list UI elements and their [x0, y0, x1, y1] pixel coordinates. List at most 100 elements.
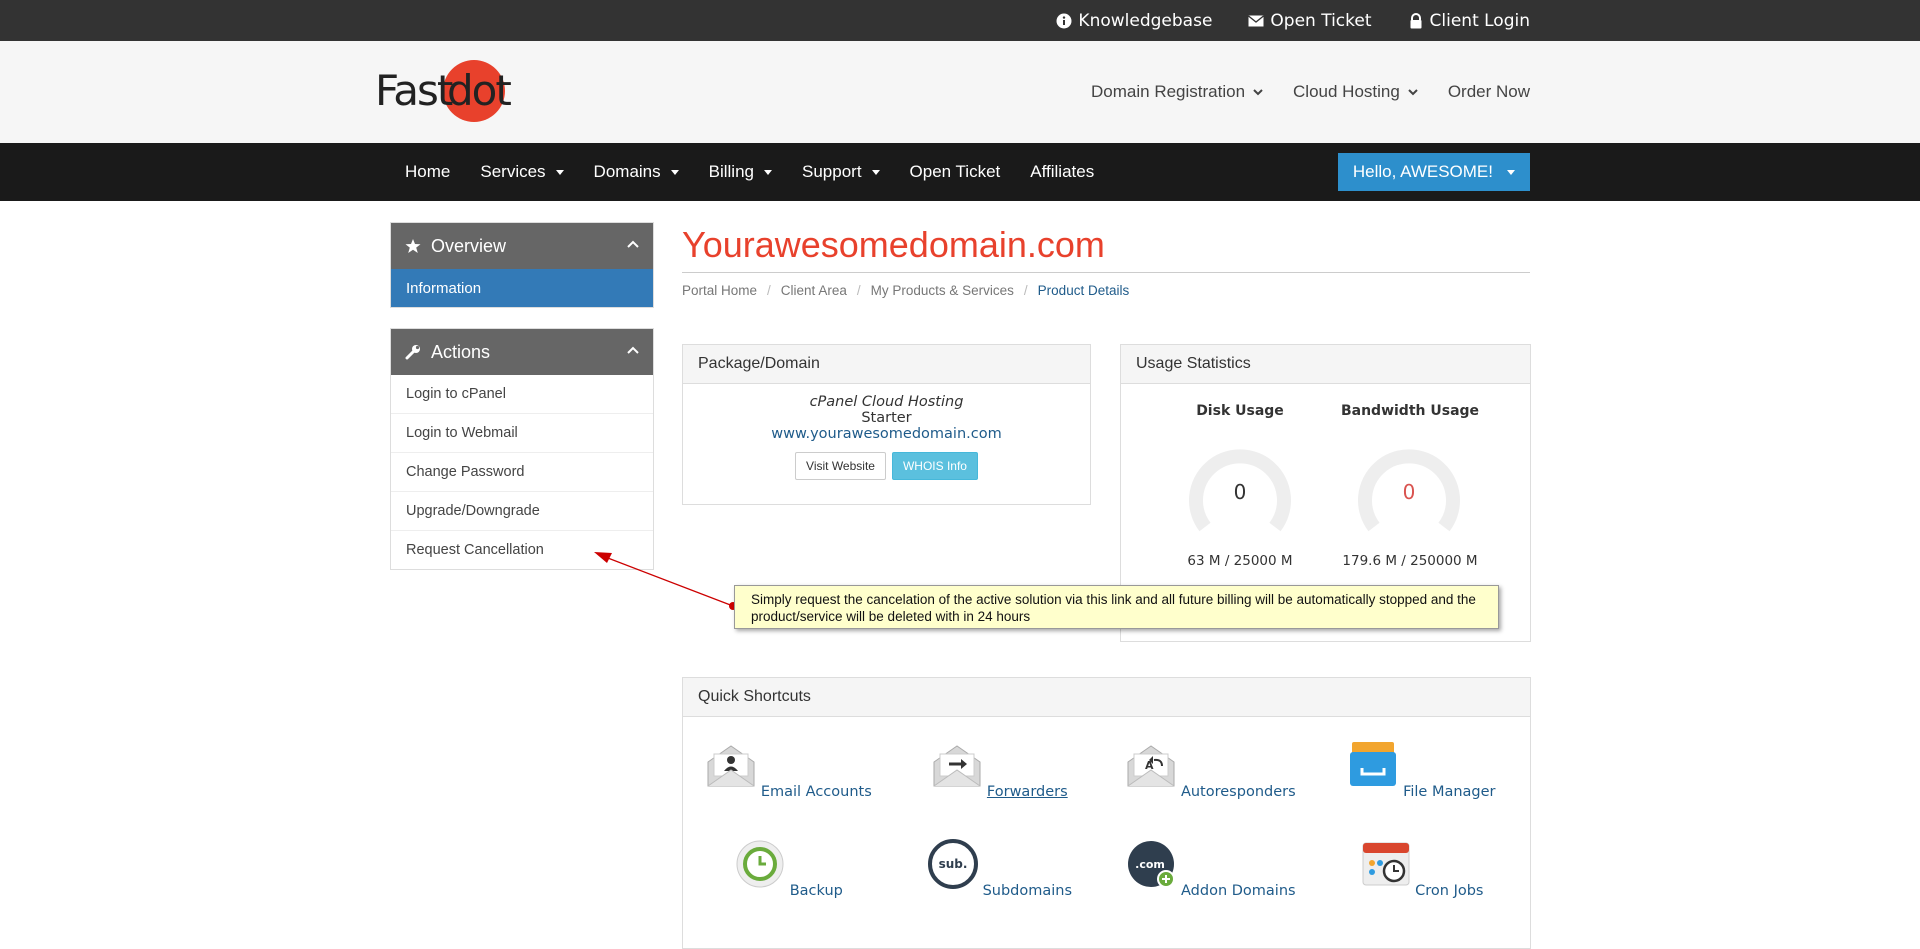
bandwidth-usage-numbers: 179.6 M / 250000 M [1342, 553, 1478, 569]
sidebar-item-label: Request Cancellation [406, 542, 544, 558]
top-links: Knowledgebase Open Ticket Client Login [1056, 0, 1530, 41]
chevron-up-icon [627, 346, 639, 354]
sidebar-item-information[interactable]: Information [391, 269, 653, 307]
sidebar-item-upgrade-downgrade[interactable]: Upgrade/Downgrade [391, 491, 653, 530]
shortcut-addon-domains[interactable]: .com Addon Domains [1121, 839, 1301, 899]
shortcut-label: Email Accounts [760, 784, 872, 800]
shortcut-cron-jobs[interactable]: Cron Jobs [1332, 839, 1512, 899]
breadcrumb-product-details: Product Details [1037, 283, 1130, 298]
breadcrumb-products-services[interactable]: My Products & Services [871, 283, 1014, 298]
disk-usage-gauge: 0 [1189, 449, 1291, 532]
nav-home[interactable]: Home [390, 162, 465, 182]
usage-statistics-header: Usage Statistics [1121, 345, 1530, 384]
sidebar-item-change-password[interactable]: Change Password [391, 452, 653, 491]
sidebar-overview-header[interactable]: Overview [391, 223, 653, 269]
nav-support[interactable]: Support [787, 162, 895, 182]
star-icon [405, 239, 421, 253]
header-nav: Domain Registration Cloud Hosting Order … [1091, 41, 1530, 143]
site-header [0, 41, 1920, 143]
shortcut-label: Backup [789, 883, 843, 899]
backup-clock-icon [736, 840, 784, 888]
nav-services-label: Services [480, 162, 546, 181]
sidebar-actions-header[interactable]: Actions [391, 329, 653, 375]
shortcut-label: Subdomains [982, 883, 1073, 899]
sidebar-item-request-cancellation[interactable]: Request Cancellation [391, 530, 653, 569]
sidebar-actions-list: Login to cPanel Login to Webmail Change … [391, 375, 653, 569]
cancellation-tooltip: Simply request the cancelation of the ac… [734, 585, 1499, 629]
sidebar-item-login-cpanel[interactable]: Login to cPanel [391, 375, 653, 413]
client-login-link[interactable]: Client Login [1408, 11, 1530, 31]
sidebar-item-label: Information [406, 279, 482, 297]
caret-down-icon [1507, 169, 1515, 175]
disk-usage-value: 0 [1234, 480, 1247, 504]
shortcut-file-manager[interactable]: File Manager [1332, 740, 1512, 800]
bandwidth-usage-value: 0 [1403, 480, 1416, 504]
user-menu-label: Hello, AWESOME! [1352, 162, 1493, 181]
chevron-down-icon [1253, 89, 1263, 96]
info-icon [1056, 13, 1072, 28]
shortcut-label: Cron Jobs [1415, 883, 1484, 899]
knowledgebase-link[interactable]: Knowledgebase [1056, 11, 1212, 31]
sidebar-item-login-webmail[interactable]: Login to Webmail [391, 413, 653, 452]
nav-domains[interactable]: Domains [579, 162, 694, 182]
breadcrumb-separator: / [856, 283, 861, 298]
nav-home-label: Home [405, 162, 451, 181]
package-domain-card: Package/Domain cPanel Cloud Hosting Star… [682, 344, 1091, 505]
shortcut-forwarders[interactable]: Forwarders [910, 740, 1090, 800]
quick-shortcuts-card: Quick Shortcuts [682, 677, 1531, 949]
shortcut-backup[interactable]: Backup [699, 839, 879, 899]
nav-services[interactable]: Services [465, 162, 578, 182]
sidebar-item-label: Change Password [406, 464, 525, 480]
shortcut-autoresponders[interactable]: A Autoresponders [1121, 740, 1301, 800]
sidebar-overview-panel: Overview Information [390, 222, 654, 308]
package-domain-header: Package/Domain [683, 345, 1090, 384]
breadcrumb-separator: / [767, 283, 771, 298]
user-menu-button[interactable]: Hello, AWESOME! [1337, 153, 1530, 191]
whois-info-button[interactable]: WHOIS Info [891, 452, 978, 480]
caret-down-icon [555, 169, 564, 175]
sidebar-actions-panel: Actions Login to cPanel Login to Webmail… [390, 328, 654, 570]
bandwidth-usage-label: Bandwidth Usage [1340, 403, 1480, 419]
addon-domains-icon: .com [1128, 841, 1176, 888]
breadcrumb-portal-home[interactable]: Portal Home [682, 283, 757, 298]
shortcut-subdomains[interactable]: sub. Subdomains [910, 839, 1090, 899]
cloud-hosting-menu[interactable]: Cloud Hosting [1293, 82, 1418, 102]
nav-domains-label: Domains [593, 162, 661, 181]
sidebar-actions-title: Actions [431, 341, 491, 362]
shortcut-label: Forwarders [986, 784, 1068, 800]
bandwidth-usage-gauge: 0 [1358, 449, 1460, 532]
open-ticket-top-link[interactable]: Open Ticket [1248, 10, 1372, 31]
logo-text-dot: dot [447, 66, 512, 115]
svg-text:.com: .com [1136, 858, 1166, 871]
title-divider [682, 272, 1530, 273]
product-domain-link[interactable]: www.yourawesomedomain.com [683, 426, 1090, 442]
envelope-forward-icon [933, 745, 981, 787]
nav-affiliates[interactable]: Affiliates [1015, 162, 1109, 182]
fastdot-logo[interactable]: Fast dot [375, 60, 515, 122]
open-ticket-top-label: Open Ticket [1270, 10, 1372, 31]
caret-down-icon [670, 169, 679, 175]
shortcut-email-accounts[interactable]: Email Accounts [699, 740, 879, 800]
visit-website-button[interactable]: Visit Website [795, 452, 886, 480]
shortcut-label: Addon Domains [1181, 883, 1296, 899]
envelope-autoresponder-icon: A [1127, 745, 1175, 787]
package-details: cPanel Cloud Hosting Starter www.yourawe… [683, 384, 1090, 480]
product-name: cPanel Cloud Hosting [809, 394, 964, 410]
nav-open-ticket[interactable]: Open Ticket [895, 162, 1016, 182]
order-now-link[interactable]: Order Now [1448, 82, 1530, 102]
breadcrumb-client-area[interactable]: Client Area [781, 283, 847, 298]
main-navbar: Home Services Domains Billing Support Op… [0, 143, 1920, 201]
breadcrumb-separator: / [1023, 283, 1028, 298]
domain-registration-label: Domain Registration [1091, 82, 1246, 101]
cron-jobs-calendar-icon [1362, 842, 1410, 886]
chevron-down-icon [1408, 89, 1418, 96]
top-bar: Knowledgebase Open Ticket Client Login [0, 0, 1920, 41]
domain-registration-menu[interactable]: Domain Registration [1091, 82, 1263, 102]
sidebar-item-label: Login to Webmail [406, 425, 518, 441]
nav-billing[interactable]: Billing [694, 162, 787, 182]
cloud-hosting-label: Cloud Hosting [1293, 82, 1400, 101]
nav-support-label: Support [802, 162, 862, 181]
quick-shortcuts-header: Quick Shortcuts [683, 678, 1530, 717]
page-title: Yourawesomedomain.com [682, 224, 1105, 265]
package-buttons: Visit Website WHOIS Info [683, 452, 1090, 480]
